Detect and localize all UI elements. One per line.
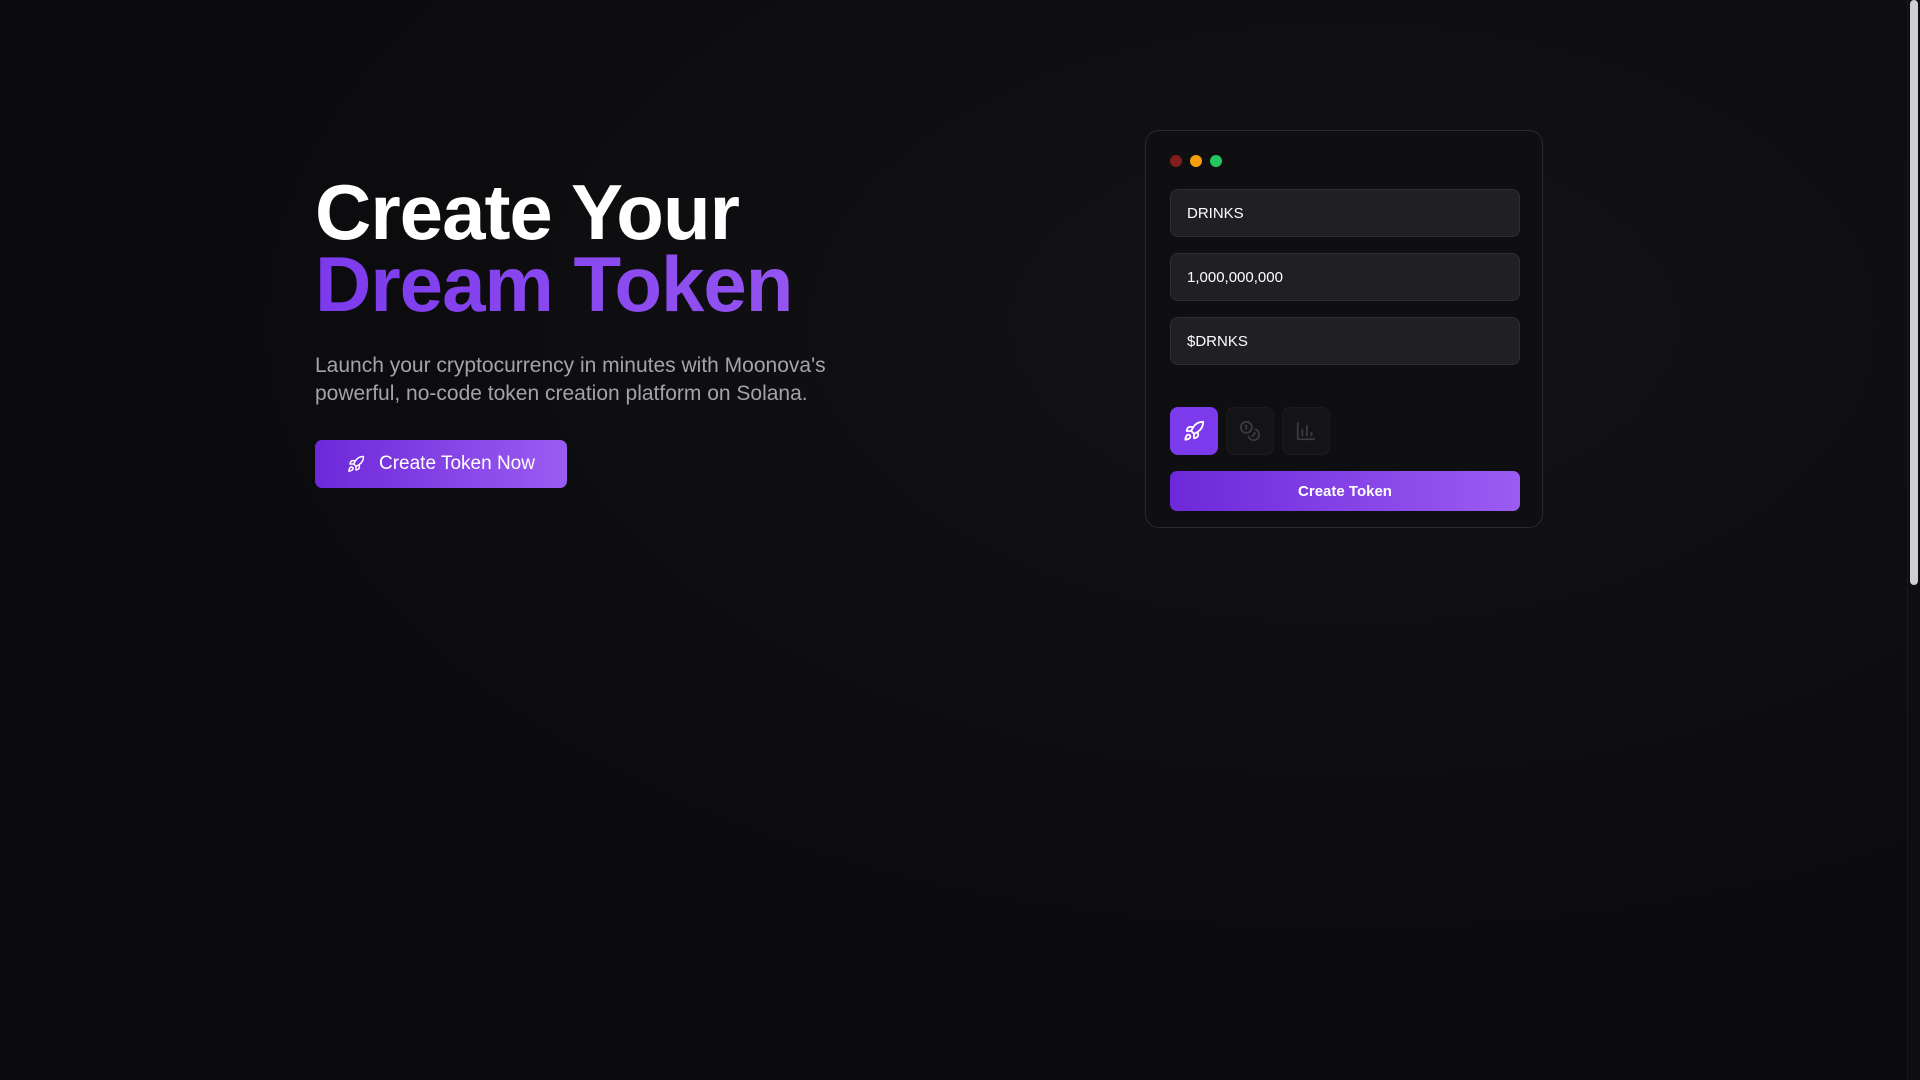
window-dot-green [1210,155,1222,167]
create-token-now-button[interactable]: Create Token Now [315,440,567,488]
bar-chart-tab-button[interactable] [1282,407,1330,455]
create-token-now-label: Create Token Now [379,453,535,474]
window-dots [1170,155,1518,167]
token-form-card: Create Token [1145,130,1543,528]
page-scrollbar[interactable] [1907,0,1920,1080]
rocket-icon [347,455,365,473]
window-dot-red [1170,155,1182,167]
icon-button-row [1170,407,1518,455]
bar-chart-icon [1296,421,1316,441]
create-token-button[interactable]: Create Token [1170,471,1520,511]
hero-title: Create Your Dream Token [315,168,935,323]
coins-icon [1239,420,1261,442]
hero-title-line2: Dream Token [315,245,935,323]
hero-title-line1: Create Your [315,168,740,256]
hero-section: Create Your Dream Token Launch your cryp… [315,168,935,488]
token-supply-input[interactable] [1170,253,1520,301]
rocket-tab-button[interactable] [1170,407,1218,455]
rocket-icon [1184,420,1205,441]
hero-subtitle: Launch your cryptocurrency in minutes wi… [315,354,826,405]
coins-tab-button[interactable] [1226,407,1274,455]
scrollbar-thumb[interactable] [1910,0,1918,585]
page: Create Your Dream Token Launch your cryp… [0,0,1920,1080]
token-name-input[interactable] [1170,189,1520,237]
window-dot-yellow [1190,155,1202,167]
token-symbol-input[interactable] [1170,317,1520,365]
